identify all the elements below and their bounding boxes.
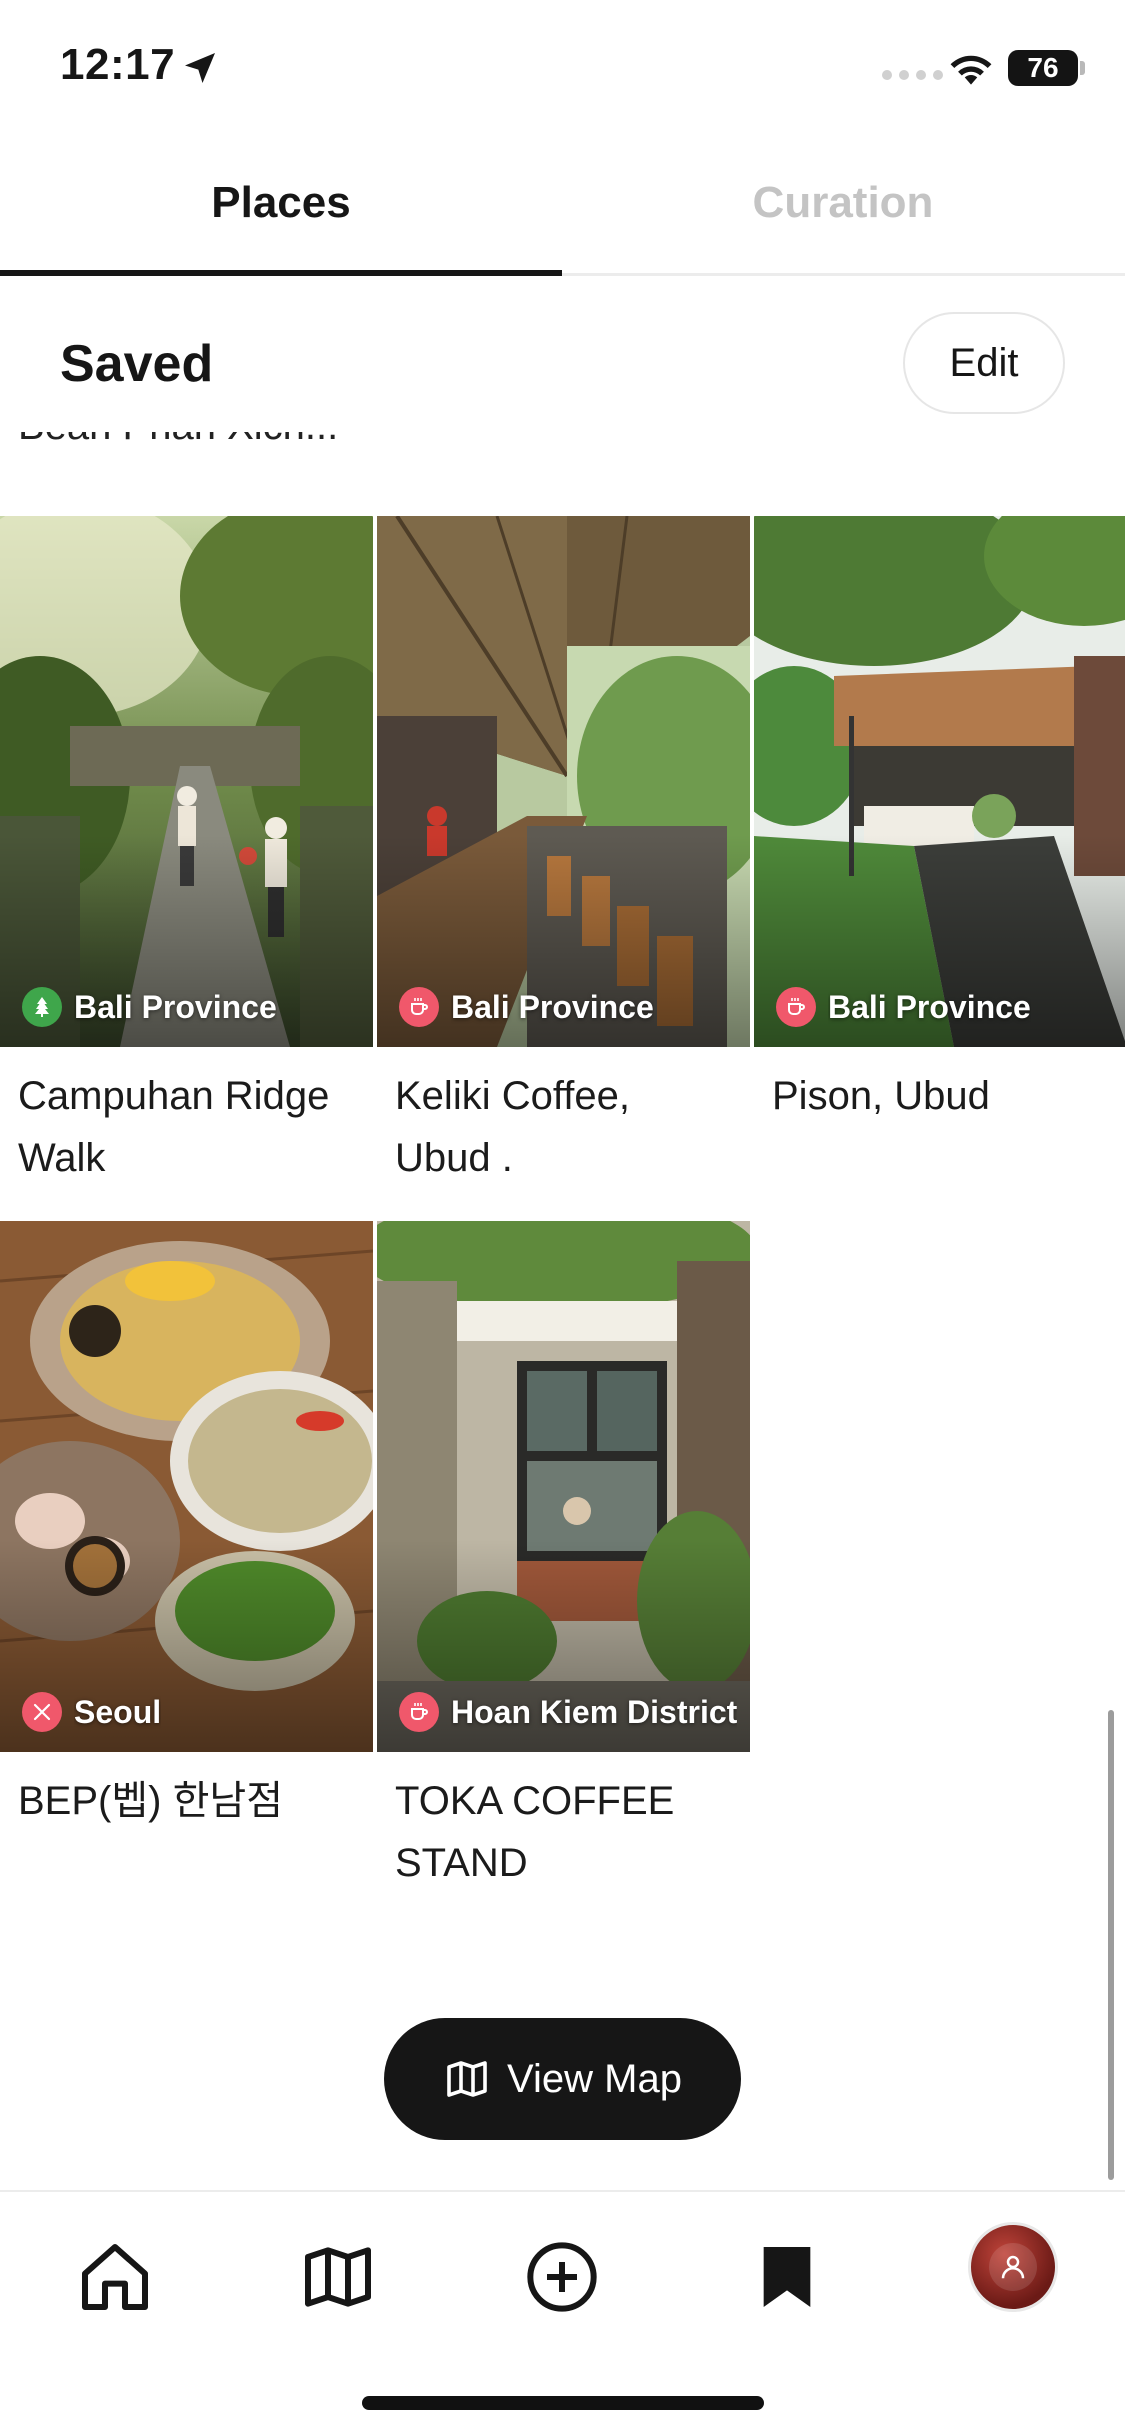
coffee-icon — [776, 987, 816, 1027]
location-badge: Seoul — [22, 1692, 161, 1732]
battery-indicator: 76 — [1008, 50, 1078, 86]
wifi-icon — [950, 55, 992, 85]
location-badge: Bali Province — [399, 987, 654, 1027]
coffee-icon — [399, 987, 439, 1027]
tab-bar: Places Curation — [0, 140, 1125, 276]
place-photo[interactable]: Bali Province — [377, 516, 750, 1047]
status-time: 12:17 — [60, 40, 176, 89]
place-card[interactable]: Bali Province Pison, Ubud — [754, 516, 1125, 1127]
location-label: Bali Province — [451, 988, 654, 1025]
partial-list-item: Bean Phan Xich... — [0, 432, 1125, 472]
location-label: Bali Province — [828, 988, 1031, 1025]
tree-icon — [22, 987, 62, 1027]
edit-button[interactable]: Edit — [903, 312, 1065, 414]
add-icon — [527, 2242, 597, 2312]
nav-map[interactable] — [293, 2232, 383, 2322]
active-tab-indicator — [0, 270, 562, 276]
tab-curation[interactable]: Curation — [562, 178, 1124, 228]
place-card[interactable]: Hoan Kiem District TOKA COFFEE STAND — [377, 1221, 750, 1894]
location-arrow-icon — [185, 53, 215, 83]
status-bar: 12:17 76 — [0, 0, 1125, 140]
location-badge: Hoan Kiem District — [399, 1692, 737, 1732]
location-label: Hoan Kiem District — [451, 1693, 738, 1730]
view-map-button[interactable]: View Map — [384, 2018, 741, 2140]
signal-icon — [882, 70, 943, 80]
place-photo[interactable]: Bali Province — [0, 516, 373, 1047]
place-name[interactable]: Keliki Coffee, Ubud . — [377, 1047, 750, 1189]
place-name[interactable]: TOKA COFFEE STAND — [377, 1752, 750, 1894]
nav-add[interactable] — [517, 2232, 607, 2322]
page-title: Saved — [60, 335, 214, 393]
view-map-label: View Map — [507, 2056, 682, 2101]
map-icon — [305, 2247, 371, 2307]
place-name[interactable]: Pison, Ubud — [754, 1047, 1125, 1127]
user-icon — [989, 2243, 1037, 2291]
place-card[interactable]: Seoul BEP(벱) 한남점 — [0, 1221, 373, 1832]
location-label: Seoul — [74, 1693, 162, 1730]
place-photo[interactable]: Seoul — [0, 1221, 373, 1752]
tab-places[interactable]: Places — [0, 178, 562, 228]
partial-item-name: Bean Phan Xich... — [18, 432, 338, 449]
home-indicator — [362, 2396, 764, 2410]
map-icon — [447, 2061, 487, 2097]
place-card[interactable]: Bali Province Campuhan Ridge Walk — [0, 516, 373, 1189]
place-photo[interactable]: Hoan Kiem District — [377, 1221, 750, 1752]
location-badge: Bali Province — [22, 987, 277, 1027]
battery-tip — [1080, 61, 1085, 75]
place-name[interactable]: BEP(벱) 한남점 — [0, 1752, 373, 1832]
place-card[interactable]: Bali Province Keliki Coffee, Ubud . — [377, 516, 750, 1189]
place-photo[interactable]: Bali Province — [754, 516, 1125, 1047]
scrollbar[interactable] — [1108, 1710, 1114, 2180]
profile-avatar[interactable] — [968, 2222, 1058, 2312]
home-icon — [82, 2244, 148, 2310]
saved-bookmark-icon — [763, 2247, 811, 2307]
place-name[interactable]: Campuhan Ridge Walk — [0, 1047, 373, 1189]
nav-home[interactable] — [70, 2232, 160, 2322]
location-label: Bali Province — [74, 988, 277, 1025]
restaurant-icon — [22, 1692, 62, 1732]
nav-saved[interactable] — [742, 2232, 832, 2322]
coffee-icon — [399, 1692, 439, 1732]
location-badge: Bali Province — [776, 987, 1031, 1027]
